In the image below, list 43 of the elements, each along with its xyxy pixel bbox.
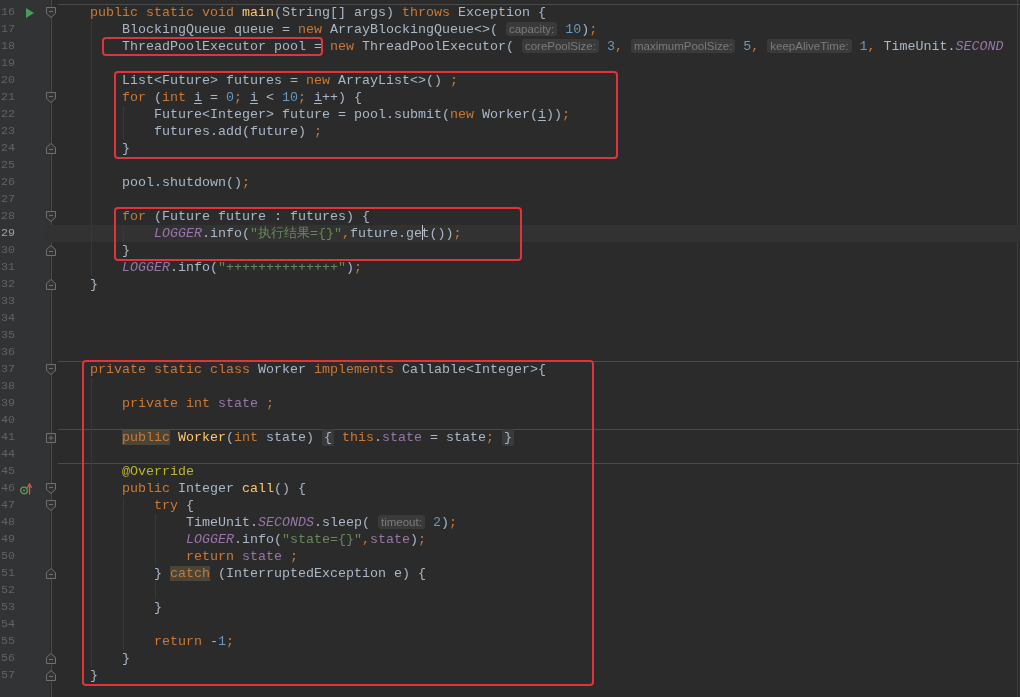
collapse-icon[interactable] [46,92,56,103]
code-line: List<Future> futures = new ArrayList<>() ; [122,73,458,88]
code-line: TimeUnit.SECONDS.sleep( timeout: 2); [186,515,457,530]
code-line: private static class Worker implements Callable<Integer>{ [90,362,546,377]
code-line: public static void main(String[] args) throws Exception { [90,5,546,20]
code-line: ThreadPoolExecutor pool = new ThreadPoolExecutor( corePoolSize: 3, maximumPoolSize: 5, keepAliveTime: 1, TimeUnit.SECOND [122,39,1004,54]
code-line: } [122,651,130,666]
play-icon[interactable] [25,7,34,18]
code-line: pool.shutdown(); [122,175,250,190]
code-line: futures.add(future) ; [154,124,322,139]
collapse-icon[interactable] [46,245,56,256]
code-line: private int state ; [122,396,274,411]
collapse-icon[interactable] [46,7,56,18]
collapse-icon[interactable] [46,568,56,579]
collapse-icon[interactable] [46,364,56,375]
code-line: } catch (InterruptedException e) { [154,566,426,581]
code-line: Future<Integer> future = pool.submit(new Worker(i)); [154,107,570,122]
code-line: LOGGER.info("state={}",state); [186,532,426,547]
code-line: for (Future future : futures) { [122,209,370,224]
code-line: } [154,600,162,615]
collapse-icon[interactable] [46,500,56,511]
line-number: 29 [0,225,15,242]
code-line: } [122,141,130,156]
code-line: return state ; [186,549,298,564]
code-line: @Override [122,464,194,479]
collapse-icon[interactable] [46,279,56,290]
code-line: } [90,277,98,292]
code-line: } [122,243,130,258]
code-line: for (int i = 0; i < 10; i++) { [122,90,362,105]
code-line: BlockingQueue queue = new ArrayBlockingQueue<>( capacity: 10); [122,22,598,37]
collapse-icon[interactable] [46,211,56,222]
code-line: LOGGER.info("++++++++++++++"); [122,260,362,275]
code-line: public Worker(int state) { this.state = state; } [122,429,514,446]
collapse-icon[interactable] [46,483,56,494]
code-line: return -1; [154,634,234,649]
code-line: } [90,668,98,683]
code-line: public Integer call() { [122,481,306,496]
expand-icon[interactable] [46,432,56,443]
collapse-icon[interactable] [46,670,56,681]
code-line: try { [154,498,194,513]
collapse-icon[interactable] [46,653,56,664]
circle-up-arrow-icon[interactable] [19,482,32,495]
collapse-icon[interactable] [46,143,56,154]
